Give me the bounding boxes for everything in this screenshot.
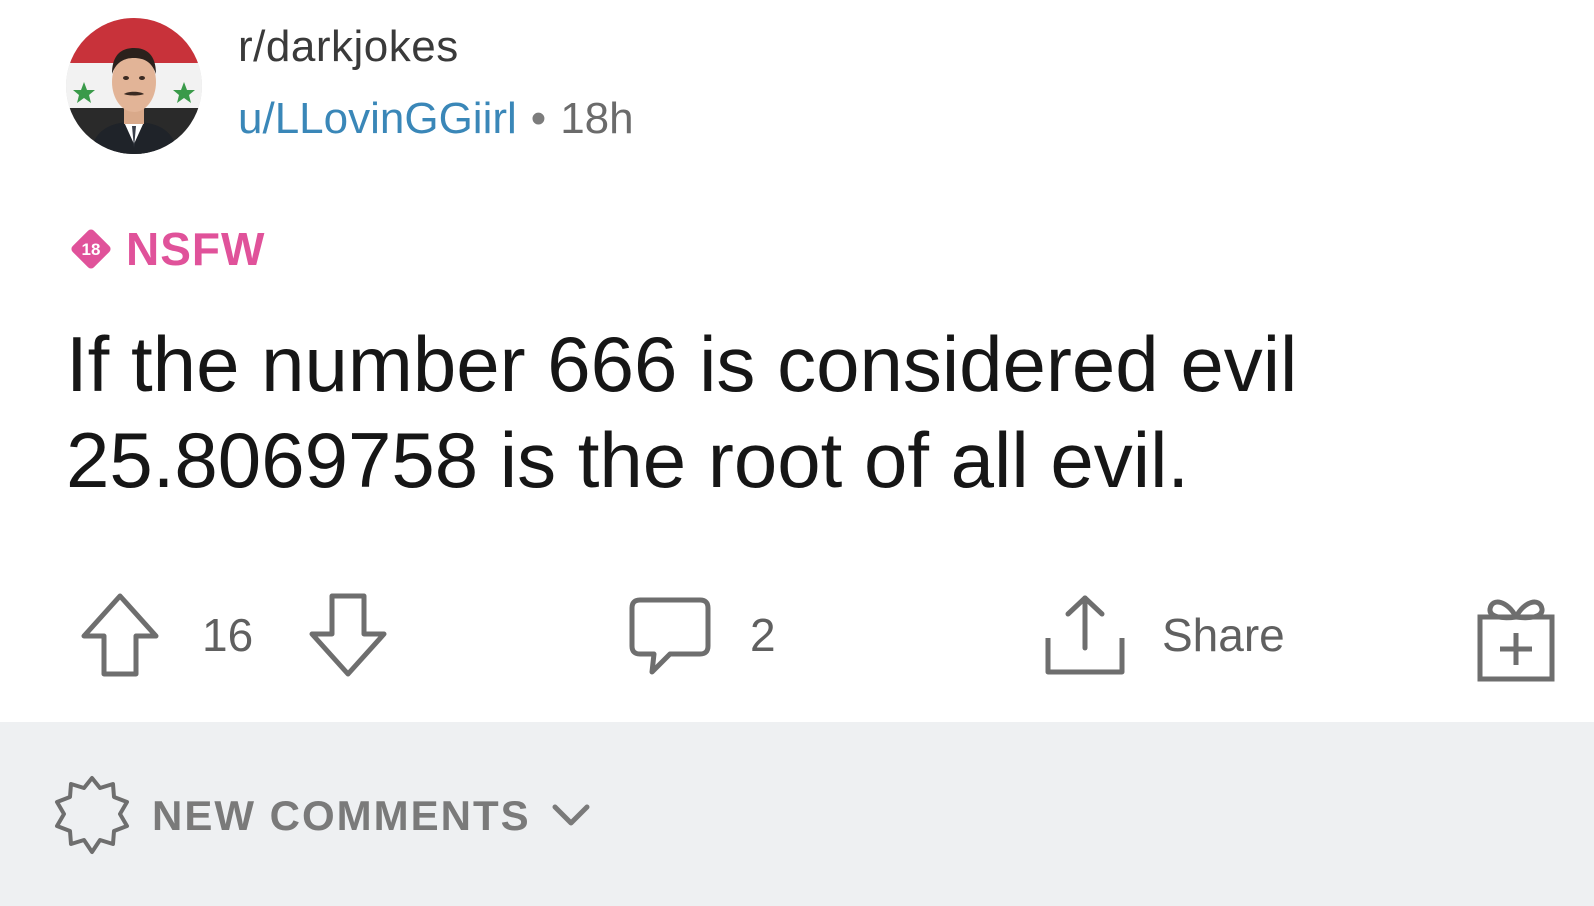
post-meta: u/LLovinGGiirl • 18h bbox=[238, 94, 634, 144]
downvote-arrow-icon bbox=[309, 593, 387, 677]
nsfw-tag: 18 NSFW bbox=[68, 222, 265, 276]
upvote-arrow-icon bbox=[81, 593, 159, 677]
upvote-button[interactable] bbox=[78, 580, 162, 690]
comments-button[interactable] bbox=[624, 580, 716, 690]
share-label[interactable]: Share bbox=[1162, 580, 1285, 690]
subreddit-link[interactable]: r/darkjokes bbox=[238, 22, 459, 72]
share-button[interactable] bbox=[1040, 580, 1130, 690]
sort-label: NEW COMMENTS bbox=[152, 792, 531, 839]
post-age: 18h bbox=[560, 94, 634, 143]
post-actions-bar: 16 2 Share bbox=[0, 580, 1594, 700]
downvote-button[interactable] bbox=[306, 580, 390, 690]
post-title[interactable]: If the number 666 is considered evil 25.… bbox=[66, 316, 1526, 508]
sort-comments-dropdown[interactable]: NEW COMMENTS bbox=[50, 774, 593, 858]
avatar[interactable] bbox=[66, 18, 202, 154]
sparkle-badge-icon bbox=[55, 776, 129, 854]
nsfw-label: NSFW bbox=[126, 223, 266, 275]
svg-text:18: 18 bbox=[82, 240, 101, 259]
comment-bubble-icon bbox=[629, 597, 711, 675]
author-link[interactable]: u/LLovinGGiirl bbox=[238, 94, 517, 143]
award-button[interactable] bbox=[1474, 580, 1558, 690]
nsfw-18-icon: 18 bbox=[68, 226, 114, 272]
vote-score: 16 bbox=[202, 609, 254, 661]
comments-count[interactable]: 2 bbox=[750, 580, 776, 690]
chevron-down-icon bbox=[552, 804, 590, 826]
post-view: r/darkjokes u/LLovinGGiirl • 18h 18 NSFW I… bbox=[0, 0, 1594, 906]
gift-award-icon bbox=[1477, 599, 1555, 682]
share-upload-icon bbox=[1045, 595, 1125, 675]
meta-separator: • bbox=[530, 94, 547, 143]
comments-sort-bar: NEW COMMENTS bbox=[0, 722, 1594, 906]
